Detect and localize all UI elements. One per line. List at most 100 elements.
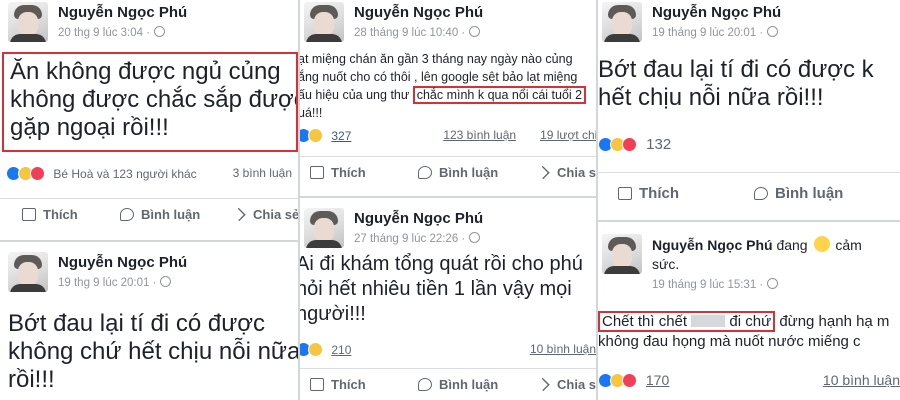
author-name[interactable]: Nguyễn Ngọc Phú (354, 210, 483, 227)
post-line: Chết thì chết đi chứ đừng hạnh hạ m (598, 311, 890, 332)
reactions-bar: 210 10 bình luận (300, 342, 596, 360)
post-text: Chết thì chết đi chứ đừng hạnh hạ m khôn… (598, 311, 890, 352)
sad-reaction-icon (308, 342, 323, 357)
avatar[interactable] (304, 2, 344, 42)
share-icon (536, 165, 550, 180)
like-button[interactable]: Thích (310, 165, 366, 180)
action-bar: Thích Bình luận Chia sẻ (300, 368, 596, 400)
sad-reaction-icon (308, 128, 323, 143)
highlight-part-a: Chết thì chết (602, 313, 688, 330)
reactions-count[interactable]: 132 (646, 136, 671, 153)
post-text: Bớt đau lại tí đi có được k hết chịu nỗi… (598, 56, 874, 112)
post-time[interactable]: 28 tháng 9 lúc 10:40 · (354, 26, 481, 39)
post-text: ạt miệng chán ăn gần 3 tháng nay ngày nà… (300, 50, 587, 122)
post-line: người!!! (300, 303, 366, 325)
share-button[interactable]: Chia sẻ (536, 377, 596, 392)
left-panel: Nguyễn Ngọc Phú 20 thg 9 lúc 3:04 · Ăn k… (0, 0, 298, 400)
post-time-text: 28 tháng 9 lúc 10:40 · (354, 27, 466, 39)
comment-button[interactable]: Bình luận (418, 377, 498, 392)
post-line-rest: đừng hạnh hạ m (779, 313, 890, 330)
comment-label: Bình luận (439, 165, 499, 180)
comment-button[interactable]: Bình luận (754, 185, 843, 202)
post-card: Nguyễn Ngọc Phú 27 tháng 9 lúc 22:26 · A… (300, 206, 596, 400)
post-line: không được chắc sắp được (10, 86, 298, 113)
reactions-bar: Bé Hoà và 123 người khác 3 bình luận (6, 166, 292, 184)
avatar[interactable] (8, 2, 48, 42)
author-name[interactable]: Nguyễn Ngọc Phú (58, 4, 187, 21)
author-name-text[interactable]: Nguyễn Ngọc Phú (652, 237, 773, 253)
post-time[interactable]: 20 thg 9 lúc 3:04 · (58, 26, 166, 39)
author-name[interactable]: Nguyễn Ngọc Phú (354, 4, 483, 21)
post-line: rồi!!! (8, 366, 55, 393)
reactions-count[interactable]: 170 (646, 372, 669, 388)
avatar[interactable] (602, 234, 642, 274)
share-button[interactable]: Chia sẻ (232, 207, 298, 222)
avatar[interactable] (8, 252, 48, 292)
globe-icon (160, 276, 172, 287)
comment-icon (120, 208, 134, 221)
thumbs-up-icon (618, 187, 632, 200)
post-text: Bớt đau lại tí đi có được không chứ hết … (8, 310, 298, 394)
love-reaction-icon (622, 137, 637, 152)
comments-count[interactable]: 123 bình luận (443, 128, 516, 142)
like-button[interactable]: Thích (22, 207, 78, 222)
post-card: Nguyễn Ngọc Phú 28 tháng 9 lúc 10:40 · ạ… (300, 0, 596, 190)
comment-icon (418, 378, 432, 391)
post-line: Bớt đau lại tí đi có được k (598, 56, 874, 83)
comment-label: Bình luận (775, 185, 844, 202)
reactions-count[interactable]: 210 (331, 343, 351, 357)
post-time[interactable]: 19 tháng 9 lúc 20:01 · (652, 26, 779, 39)
post-line: Ai đi khám tổng quát rồi cho phú (300, 253, 583, 275)
reactions-text[interactable]: Bé Hoà và 123 người khác (53, 167, 196, 181)
post-time[interactable]: 27 tháng 9 lúc 22:26 · (354, 232, 481, 245)
avatar[interactable] (304, 208, 344, 248)
globe-icon (469, 232, 481, 243)
share-label: Chia sẻ (253, 207, 298, 222)
action-bar: Thích Bình luận Chia sẻ (0, 198, 298, 230)
like-button[interactable]: Thích (618, 185, 679, 202)
comments-count[interactable]: 10 bình luận (823, 372, 900, 388)
thumbs-up-icon (310, 166, 324, 179)
highlight-part-b: đi chứ (729, 313, 772, 330)
globe-icon (469, 26, 481, 37)
author-name[interactable]: Nguyễn Ngọc Phú (58, 254, 187, 271)
post-time-text: 19 tháng 9 lúc 15:31 · (652, 279, 764, 291)
post-line: hỏi hết nhiêu tiền 1 lần vậy mọi (300, 278, 572, 300)
shares-count[interactable]: 19 lượt chia (540, 128, 596, 142)
status-line-2: sức. (652, 256, 680, 272)
comments-count[interactable]: 3 bình luận (233, 166, 292, 180)
share-label: Chia sẻ (557, 165, 596, 180)
like-label: Thích (331, 377, 366, 392)
comment-button[interactable]: Bình luận (120, 207, 200, 222)
post-line: hết chịu nỗi nữa rồi!!! (598, 84, 824, 111)
reactions-bar: 327 123 bình luận 19 lượt chia (300, 128, 596, 146)
action-bar: Thích Bình luận (598, 172, 900, 214)
share-label: Chia sẻ (557, 377, 596, 392)
globe-icon (767, 278, 779, 289)
like-label: Thích (639, 185, 679, 202)
status-text-end: cảm (835, 237, 862, 253)
author-name[interactable]: Nguyễn Ngọc Phú (652, 4, 781, 21)
post-line: Bớt đau lại tí đi có được (8, 310, 265, 337)
reactions-count[interactable]: 327 (331, 129, 351, 143)
post-time[interactable]: 19 tháng 9 lúc 15:31 · (652, 278, 779, 291)
highlighted-text: Chết thì chết đi chứ (598, 311, 776, 332)
censored-word (691, 315, 726, 327)
comments-count[interactable]: 10 bình luận (530, 342, 596, 356)
post-line: gặp ngoại rồi!!! (10, 114, 169, 141)
comment-button[interactable]: Bình luận (418, 165, 498, 180)
share-icon (536, 377, 550, 392)
love-reaction-icon (622, 373, 637, 388)
post-time[interactable]: 19 thg 9 lúc 20:01 · (58, 276, 172, 289)
comment-icon (418, 166, 432, 179)
action-bar: Thích Bình luận Chia sẻ (300, 156, 596, 188)
post-text: Ai đi khám tổng quát rồi cho phú hỏi hết… (300, 252, 583, 327)
like-button[interactable]: Thích (310, 377, 366, 392)
thumbs-up-icon (22, 208, 36, 221)
avatar[interactable] (602, 2, 642, 42)
reactions-bar: 132 (598, 136, 894, 154)
globe-icon (154, 26, 166, 37)
separator (598, 220, 900, 222)
share-button[interactable]: Chia sẻ (536, 165, 596, 180)
comment-label: Bình luận (141, 207, 201, 222)
